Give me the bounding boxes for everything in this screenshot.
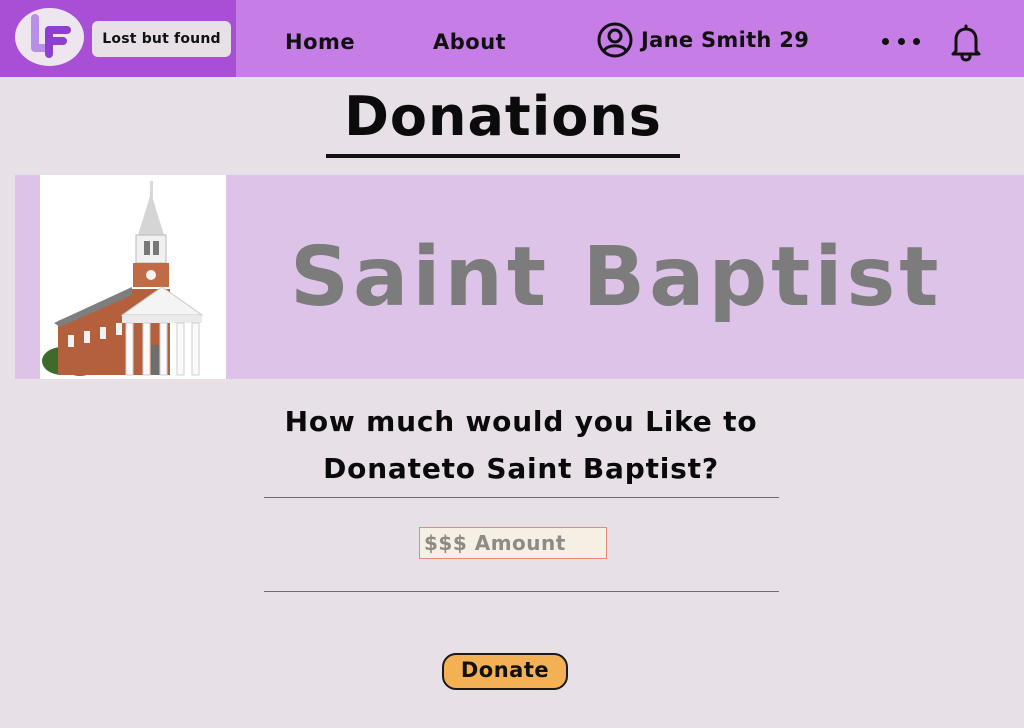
logo[interactable]: [15, 8, 84, 66]
page-title: Donations: [344, 85, 662, 148]
church-image: [40, 175, 226, 379]
donate-button[interactable]: Donate: [442, 653, 568, 690]
title-underline: [326, 154, 680, 158]
amount-input[interactable]: [419, 527, 607, 559]
divider-top: [264, 497, 779, 498]
more-dot: [897, 37, 905, 45]
more-dot: [913, 37, 920, 45]
more-dots-icon: [882, 37, 889, 45]
more-options-button[interactable]: [882, 28, 920, 54]
lf-logo-icon: [31, 14, 71, 58]
brand-area: Lost but found: [0, 0, 236, 77]
divider-bottom: [264, 591, 779, 592]
user-profile[interactable]: Jane Smith 29: [597, 22, 809, 58]
user-circle-icon: [597, 22, 633, 58]
church-icon: [40, 175, 226, 379]
nav-about-link[interactable]: About: [433, 26, 506, 58]
donation-question-line-2: Donateto Saint Baptist?: [323, 452, 719, 485]
organization-name: Saint Baptist: [290, 230, 943, 325]
user-name: Jane Smith 29: [641, 28, 810, 52]
donation-question-line-1: How much would you Like to: [284, 405, 758, 438]
bell-icon[interactable]: [947, 22, 985, 62]
donation-question: How much would you Like to Donateto Sain…: [262, 398, 780, 492]
brand-name[interactable]: Lost but found: [92, 21, 231, 57]
nav-home-link[interactable]: Home: [285, 26, 355, 58]
top-navigation-bar: Lost but found Home About Jane Smith 29: [0, 0, 1024, 77]
